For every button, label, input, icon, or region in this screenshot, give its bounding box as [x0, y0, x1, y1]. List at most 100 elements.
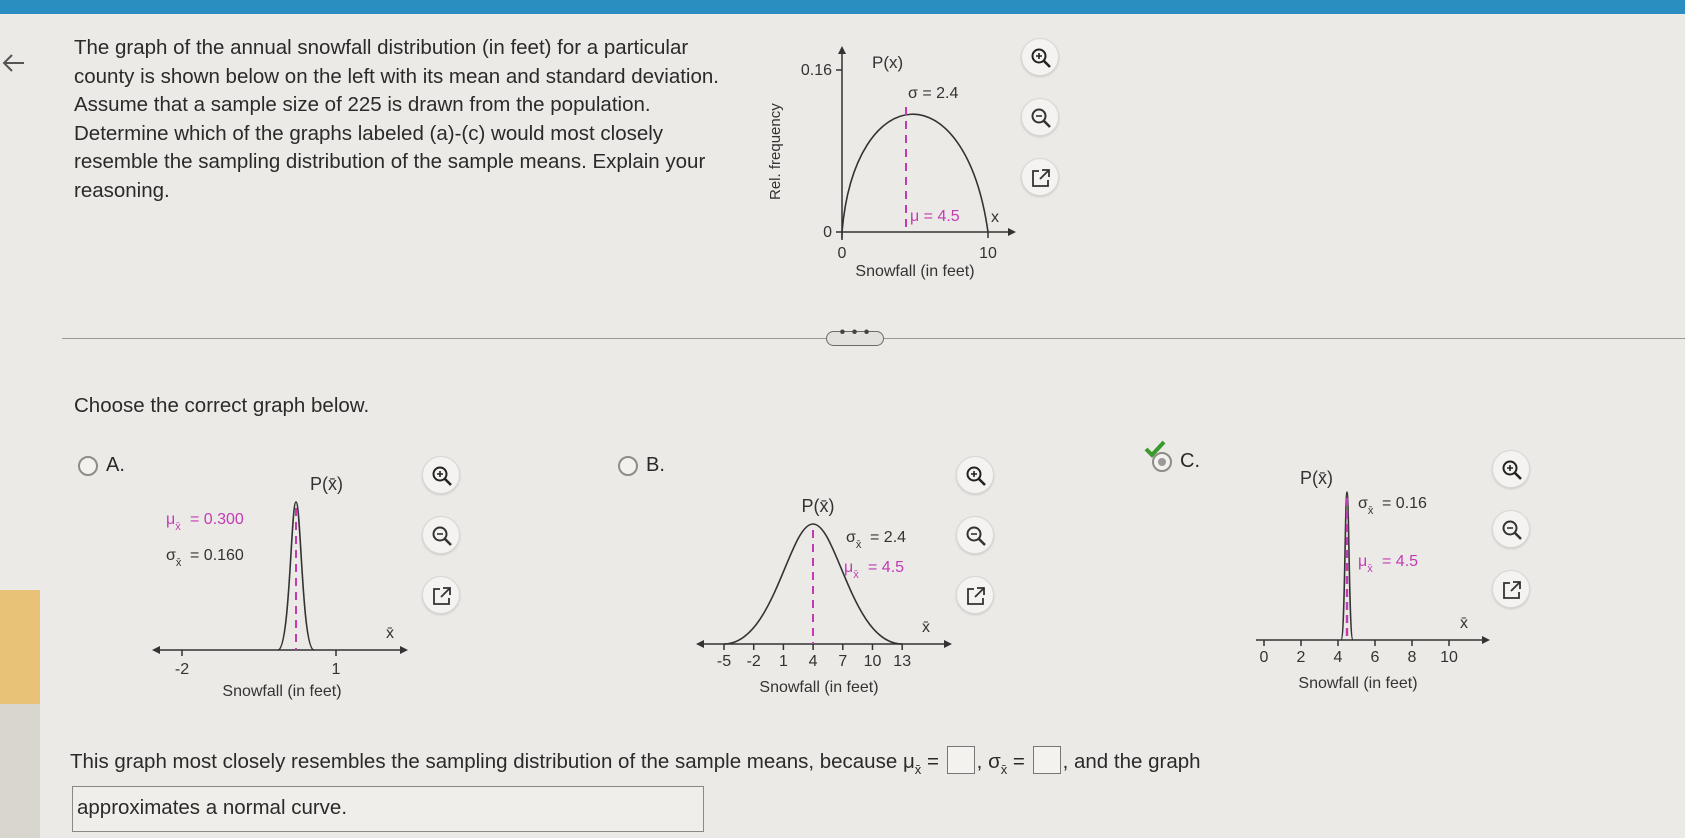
b-popout-button[interactable]	[956, 576, 994, 614]
c-zoom-out-button[interactable]	[1492, 510, 1530, 548]
option-a-graph: P(x̄) μx̄ = 0.300 σx̄ = 0.160 x̄ -2 1 Sn…	[150, 462, 410, 702]
option-c-label: C.	[1180, 450, 1200, 472]
c-mu-value: = 4.5	[1382, 553, 1418, 570]
side-tab-lower	[0, 704, 40, 838]
a-mu-symbol: μx̄	[166, 511, 181, 533]
answer-mu-symbol: μ	[902, 750, 915, 773]
x-tick-label-left: 0	[838, 245, 847, 262]
answer-sentence: This graph most closely resembles the sa…	[70, 746, 1201, 777]
c-tick-label: 4	[1334, 649, 1343, 666]
b-tick-label: 4	[809, 653, 818, 670]
option-a-radio[interactable]	[78, 455, 98, 476]
b-mu-value: = 4.5	[868, 559, 904, 576]
sigma-answer-input[interactable]	[1032, 746, 1061, 774]
c-sigma-symbol: σx̄	[1358, 495, 1374, 517]
y-tick-label-top: 0.16	[801, 62, 832, 79]
a-tick-label-left: -2	[175, 661, 189, 678]
y-tick-label-zero: 0	[823, 224, 832, 241]
a-tick-label-right: 1	[332, 661, 341, 678]
answer-sep: ,	[976, 750, 983, 773]
option-c-graph: 0 2 4 6 8 10 P(x̄) σx̄ = 0.16 μx̄ = 4.5 x̄ Sn…	[1250, 462, 1500, 702]
c-sigma-value: = 0.16	[1382, 495, 1427, 512]
b-sigma-symbol: σx̄	[846, 529, 862, 551]
back-arrow-icon[interactable]	[0, 48, 30, 78]
zoom-out-icon	[1031, 108, 1051, 128]
answer-equals-1: =	[926, 750, 939, 773]
zoom-out-icon	[966, 526, 986, 546]
y-axis-arrow	[838, 46, 846, 54]
answer-sigma-subscript: x̄	[1000, 762, 1008, 777]
zoom-in-icon	[1031, 48, 1051, 68]
choose-prompt: Choose the correct graph below.	[74, 394, 370, 417]
zoom-out-button[interactable]	[1021, 98, 1059, 136]
mu-answer-input[interactable]	[946, 746, 975, 774]
b-title: P(x̄)	[802, 496, 835, 516]
b-tick-label: 13	[893, 653, 911, 670]
side-tab	[0, 590, 40, 704]
popout-icon	[967, 587, 985, 605]
question-text: The graph of the annual snowfall distrib…	[74, 36, 719, 202]
popout-icon	[433, 587, 451, 605]
zoom-in-icon	[966, 466, 986, 486]
a-zoom-in-button[interactable]	[422, 456, 460, 494]
c-tick-label: 8	[1408, 649, 1417, 666]
option-b[interactable]: B.	[618, 454, 665, 477]
b-tick-label: 7	[838, 653, 847, 670]
a-axis-arrow-left	[152, 646, 160, 654]
graph-shape-dropdown[interactable]: approximates a normal curve.	[72, 786, 704, 832]
y-axis-label: Rel. frequency	[767, 103, 784, 200]
b-tick-label: 1	[779, 653, 788, 670]
a-sigma-value: = 0.160	[190, 547, 244, 564]
a-xlabel: Snowfall (in feet)	[222, 683, 341, 700]
zoom-out-icon	[1502, 520, 1522, 540]
c-mu-symbol: μx̄	[1358, 553, 1373, 575]
b-x-var: x̄	[922, 619, 930, 636]
b-axis-arrow-left	[696, 640, 704, 648]
more-dots-icon: • • •	[839, 324, 871, 341]
answer-mu-subscript: x̄	[914, 762, 922, 777]
b-zoom-out-button[interactable]	[956, 516, 994, 554]
b-axis-arrow-right	[944, 640, 952, 648]
zoom-out-icon	[432, 526, 452, 546]
c-tick-label: 2	[1297, 649, 1306, 666]
answer-prefix: This graph most closely resembles the sa…	[70, 750, 898, 773]
c-zoom-in-button[interactable]	[1492, 450, 1530, 488]
c-popout-button[interactable]	[1492, 570, 1530, 608]
c-tick-label: 6	[1371, 649, 1380, 666]
a-sigma-symbol: σx̄	[166, 547, 182, 569]
mu-label: μ = 4.5	[910, 208, 960, 225]
popout-button[interactable]	[1021, 158, 1059, 196]
c-axis-arrow-right	[1482, 636, 1490, 644]
b-xlabel: Snowfall (in feet)	[759, 679, 878, 696]
b-tick-label: -2	[747, 653, 761, 670]
option-a-label: A.	[106, 454, 125, 476]
c-tick-label: 10	[1440, 649, 1458, 666]
option-a[interactable]: A.	[78, 454, 125, 477]
answer-sigma-symbol: σ	[988, 750, 1001, 773]
b-mu-symbol: μx̄	[844, 559, 859, 581]
x-axis-arrow	[1008, 228, 1016, 236]
expand-toggle[interactable]: • • •	[826, 324, 884, 346]
option-b-radio[interactable]	[618, 455, 638, 476]
c-xlabel: Snowfall (in feet)	[1298, 675, 1417, 692]
option-b-graph: -5 -2 1 4 7 10 13 P(x̄) σx̄ = 2.4 μx̄ = 4.5 x̄…	[694, 480, 954, 710]
b-tick-label: -5	[717, 653, 731, 670]
population-graph: 0.16 0 P(x) σ = 2.4 μ = 4.5 x 0 10 Snowf…	[760, 40, 1020, 290]
x-axis-var: x	[991, 209, 999, 226]
a-mu-value: = 0.300	[190, 511, 244, 528]
b-sigma-value: = 2.4	[870, 529, 906, 546]
c-tick-label: 0	[1260, 649, 1269, 666]
popout-icon	[1032, 169, 1050, 187]
a-popout-button[interactable]	[422, 576, 460, 614]
zoom-in-button[interactable]	[1021, 38, 1059, 76]
a-x-var: x̄	[386, 625, 394, 642]
zoom-in-icon	[1502, 460, 1522, 480]
b-zoom-in-button[interactable]	[956, 456, 994, 494]
a-zoom-out-button[interactable]	[422, 516, 460, 554]
a-axis-arrow-right	[400, 646, 408, 654]
x-axis-label: Snowfall (in feet)	[855, 263, 974, 280]
c-x-var: x̄	[1460, 615, 1468, 632]
population-title: P(x)	[872, 53, 903, 72]
sigma-label: σ = 2.4	[908, 85, 958, 102]
x-tick-label-right: 10	[979, 245, 997, 262]
